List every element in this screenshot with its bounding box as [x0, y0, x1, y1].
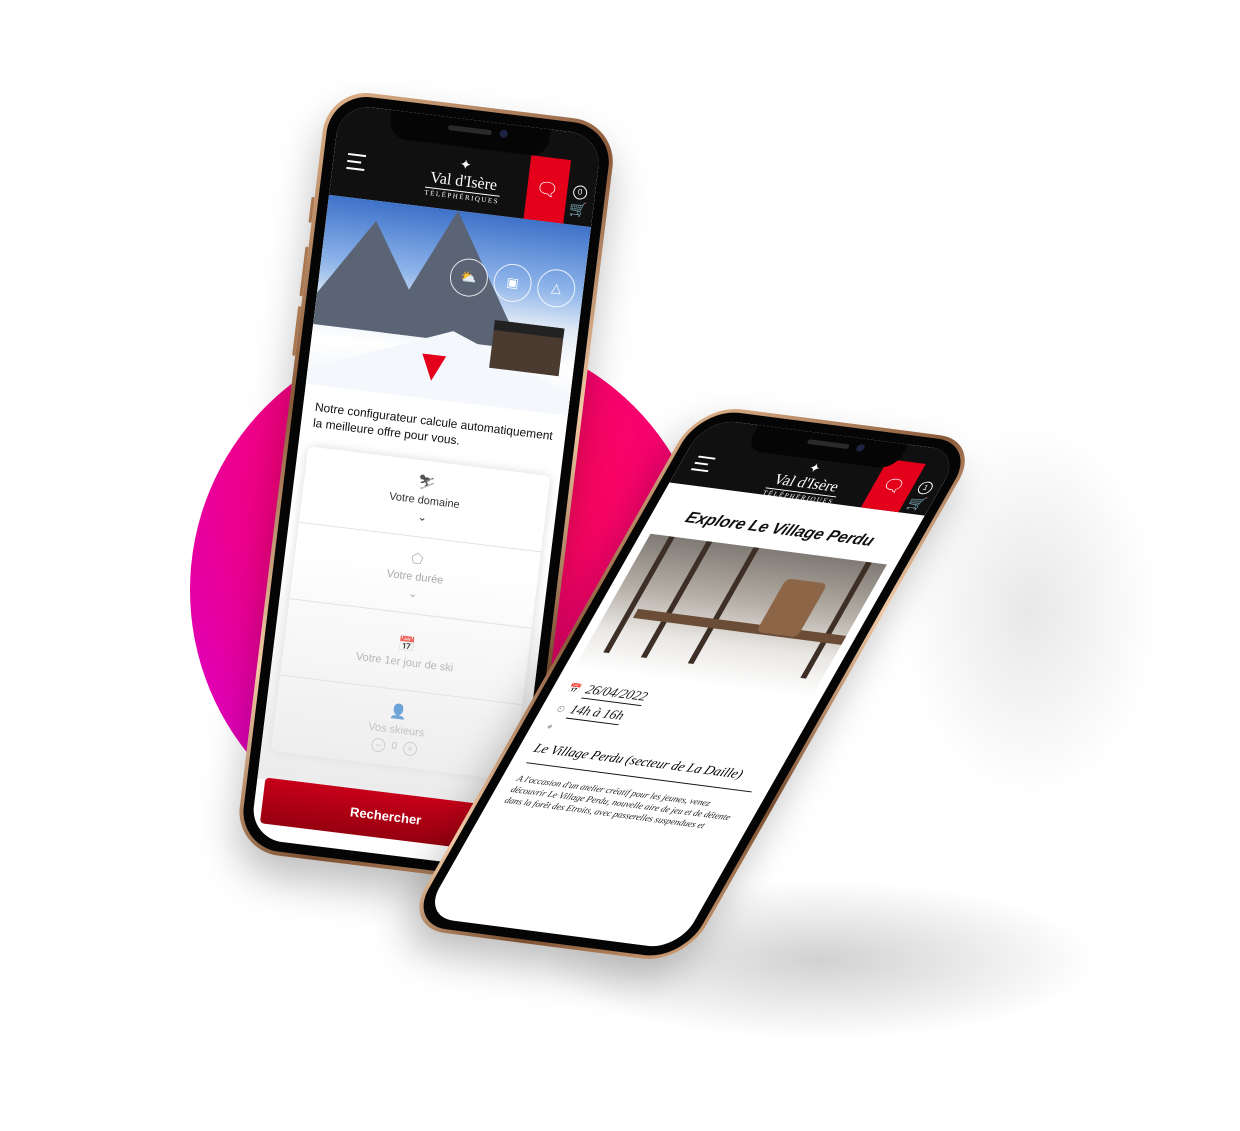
event-time: 14h à 16h	[565, 703, 627, 726]
treehouse	[755, 578, 828, 638]
skiers-count-stepper: − 0 +	[370, 736, 418, 757]
front-camera	[499, 129, 509, 139]
chat-button[interactable]: 🗨	[523, 155, 572, 224]
speaker-grille	[447, 124, 493, 136]
person-icon: 👤	[389, 701, 409, 720]
hero-image: ⛅ ▣ △	[305, 194, 592, 416]
menu-icon[interactable]	[346, 152, 368, 172]
domain-label: Votre domaine	[388, 490, 461, 512]
tree-trunk	[603, 536, 675, 654]
gondola-icon[interactable]: ▣	[491, 261, 534, 305]
menu-icon[interactable]	[690, 455, 718, 473]
location-pin-icon: ⌖	[543, 722, 555, 733]
cloud-sun-icon[interactable]: ⛅	[447, 256, 491, 299]
ski-lift-icon: ⛷	[416, 472, 437, 491]
cart-count-badge: 0	[572, 184, 588, 201]
plus-button[interactable]: +	[402, 740, 418, 757]
tree-trunk	[800, 561, 872, 679]
front-camera	[854, 443, 867, 452]
ticket-icon: ⬠	[410, 549, 425, 568]
first-day-label: Votre 1er jour de ski	[355, 650, 454, 675]
skiers-label: Vos skieurs	[367, 720, 425, 739]
event-photo	[574, 533, 887, 699]
chevron-down-icon: ⌄	[417, 511, 428, 525]
event-date: 26/04/2022	[581, 683, 651, 707]
chat-bubbles-icon: 🗨	[877, 474, 910, 496]
configurator-form: ⛷ Votre domaine ⌄ ⬠ Votre durée ⌄ 📅 Votr…	[270, 446, 551, 781]
cart-button[interactable]: 0 🛒	[566, 184, 591, 219]
cart-icon: 🛒	[904, 494, 929, 512]
chat-bubbles-icon: 🗨	[534, 177, 560, 201]
minus-button[interactable]: −	[370, 736, 387, 753]
calendar-icon: 📅	[565, 683, 584, 696]
mute-switch	[308, 196, 315, 223]
mountain-icon[interactable]: △	[535, 267, 578, 310]
logo[interactable]: ✦ Val d'Isère TÉLÉPHÉRIQUES	[423, 155, 504, 206]
cart-count-badge: 1	[915, 480, 936, 496]
cart-icon: 🛒	[568, 200, 588, 219]
suspended-bridge	[632, 608, 854, 646]
calendar-icon: 📅	[397, 634, 417, 653]
chevron-down-icon: ⌄	[407, 587, 419, 601]
speaker-grille	[806, 439, 851, 450]
brand-v-icon	[419, 353, 447, 383]
duration-label: Votre durée	[386, 567, 444, 587]
skiers-count: 0	[390, 740, 398, 753]
mountain-chalet	[489, 320, 565, 377]
clock-icon: ⏲	[554, 704, 568, 716]
